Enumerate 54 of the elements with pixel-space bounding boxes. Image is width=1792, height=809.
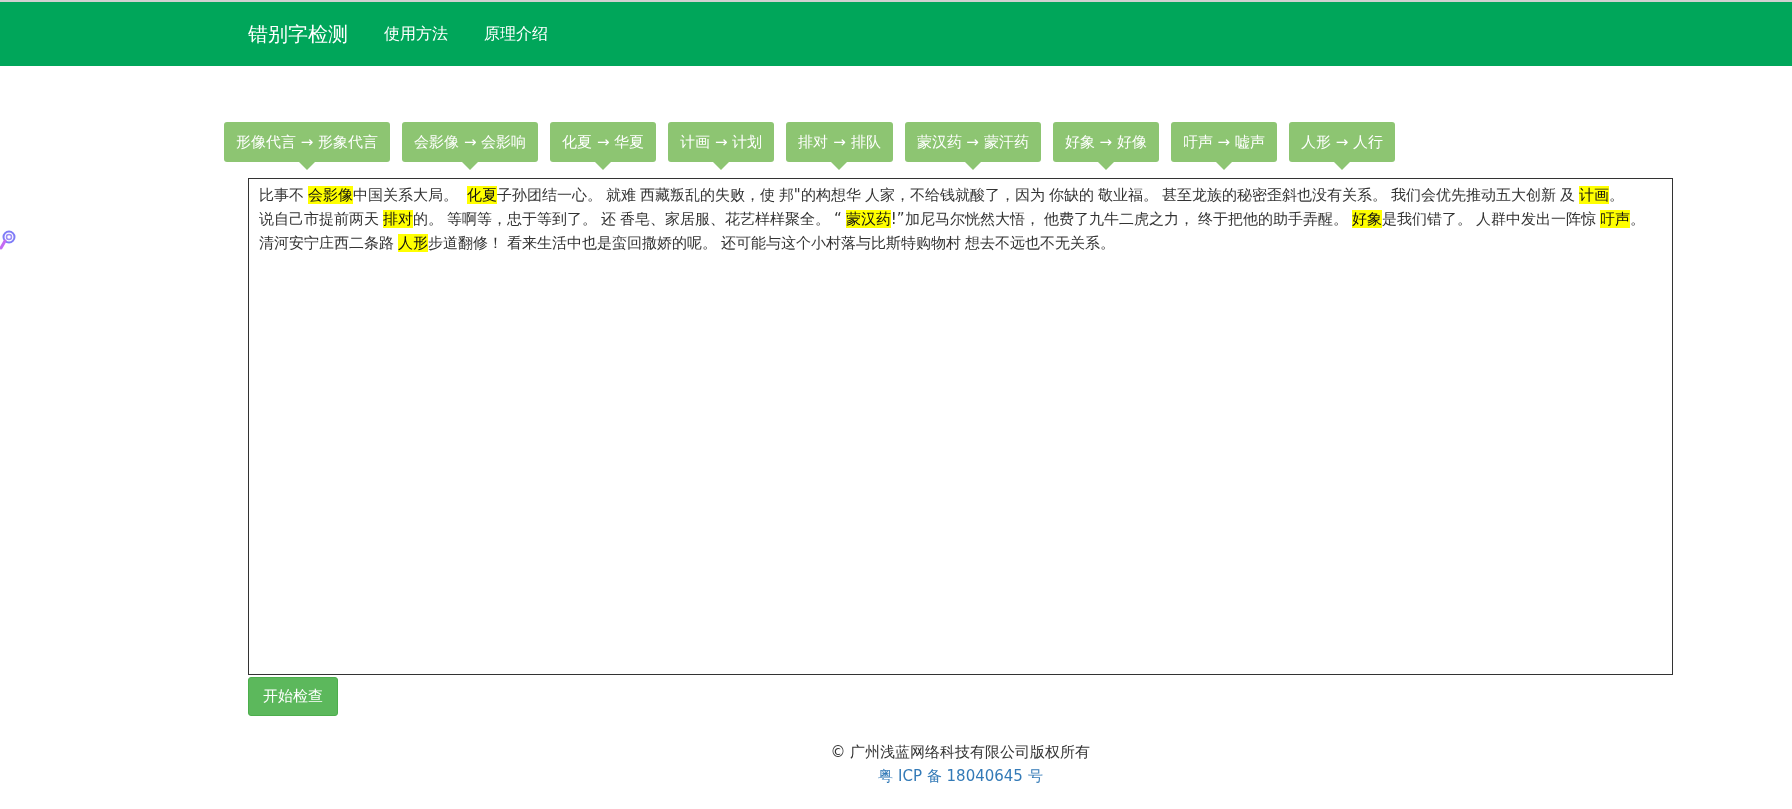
editor-text: 等啊等，忠于等到了。 bbox=[447, 210, 597, 228]
editor-text: “ bbox=[834, 210, 842, 228]
start-check-button[interactable]: 开始检查 bbox=[248, 677, 338, 716]
editor-text: 终于把他的助手弄醒。 bbox=[1197, 210, 1348, 228]
editor-text: 人家，不给钱就酸了，因为 bbox=[864, 186, 1045, 204]
editor-text: 人群中发出一阵惊 bbox=[1475, 210, 1596, 228]
editor-text: 清河安宁庄西二条路 bbox=[259, 234, 394, 252]
editor-text: 。 bbox=[1629, 210, 1645, 228]
editor-text: 甚至龙族的秘密歪斜也没有关系。 bbox=[1161, 186, 1387, 204]
editor-text: 香皂、家居服、花艺样样聚全。 bbox=[620, 210, 830, 228]
editor-text: 想去不远也不无关系。 bbox=[965, 234, 1115, 252]
text-editor[interactable] bbox=[248, 178, 1673, 675]
editor-text: 你缺的 bbox=[1048, 186, 1094, 204]
editor-text: 看来生活中也是蛮回撒娇的呢。 bbox=[507, 234, 717, 252]
correction-tooltip: 人形 → 人行 bbox=[1288, 122, 1395, 170]
editor-text: 邦"的构想华 bbox=[778, 186, 861, 204]
correction-tooltip: 排对 → 排队 bbox=[786, 122, 893, 170]
editor-text: 说自己市提前两天 bbox=[259, 210, 379, 228]
editor-text: 敬业福。 bbox=[1097, 186, 1158, 204]
editor-text: 的。 bbox=[413, 210, 443, 228]
highlighted-word: 好象 bbox=[1351, 210, 1382, 228]
editor-text: 。 bbox=[1608, 186, 1624, 204]
correction-tooltip: 会影像 → 会影响 bbox=[402, 122, 539, 170]
editor-text: 他费了九牛二虎之力， bbox=[1043, 210, 1194, 228]
editor-text: 西藏叛乱的失败，使 bbox=[639, 186, 775, 204]
correction-tooltip: 蒙汉药 → 蒙汗药 bbox=[904, 122, 1041, 170]
correction-tooltip: 形像代言 → 形象代言 bbox=[224, 122, 391, 170]
correction-tooltip: 吁声 → 嘘声 bbox=[1170, 122, 1277, 170]
editor-text: 我们会优先推动五大创新 bbox=[1390, 186, 1556, 204]
editor-text: 及 bbox=[1559, 186, 1575, 204]
highlighted-word: 排对 bbox=[383, 210, 413, 228]
icp-link[interactable]: 粤 ICP 备 18040645 号 bbox=[878, 764, 1043, 788]
highlighted-word: 吁声 bbox=[1599, 210, 1630, 228]
correction-tooltip: 化夏 → 华夏 bbox=[550, 122, 657, 170]
editor-text: 步道翻修！ bbox=[428, 234, 503, 252]
highlighted-word: 化夏 bbox=[466, 186, 497, 204]
editor-text: 是我们错了。 bbox=[1381, 210, 1472, 228]
editor-text: 比事不 bbox=[259, 186, 304, 204]
highlighted-word: 会影像 bbox=[308, 186, 353, 204]
correction-tooltip: 好象 → 好像 bbox=[1052, 122, 1159, 170]
editor-text: 还 bbox=[601, 210, 616, 228]
nav-link[interactable]: 原理介绍 bbox=[484, 23, 548, 45]
highlighted-word: 蒙汉药 bbox=[845, 210, 891, 228]
brand-link[interactable]: 错别字检测 bbox=[248, 20, 348, 48]
ring-icon[interactable] bbox=[0, 230, 16, 252]
editor-text: 还可能与这个小村落与比斯特购物村 bbox=[721, 234, 961, 252]
highlighted-word: 计画 bbox=[1578, 186, 1609, 204]
correction-tooltip: 计画 → 计划 bbox=[668, 122, 775, 170]
nav-link[interactable]: 使用方法 bbox=[384, 23, 448, 45]
editor-text: 子孙团结一心。 bbox=[496, 186, 602, 204]
copyright-text: © 广州浅蓝网络科技有限公司版权所有 bbox=[830, 742, 1091, 763]
editor-text: 中国关系大局。 bbox=[353, 186, 459, 204]
highlighted-word: 人形 bbox=[398, 234, 428, 252]
editor-text: 就难 bbox=[605, 186, 636, 204]
